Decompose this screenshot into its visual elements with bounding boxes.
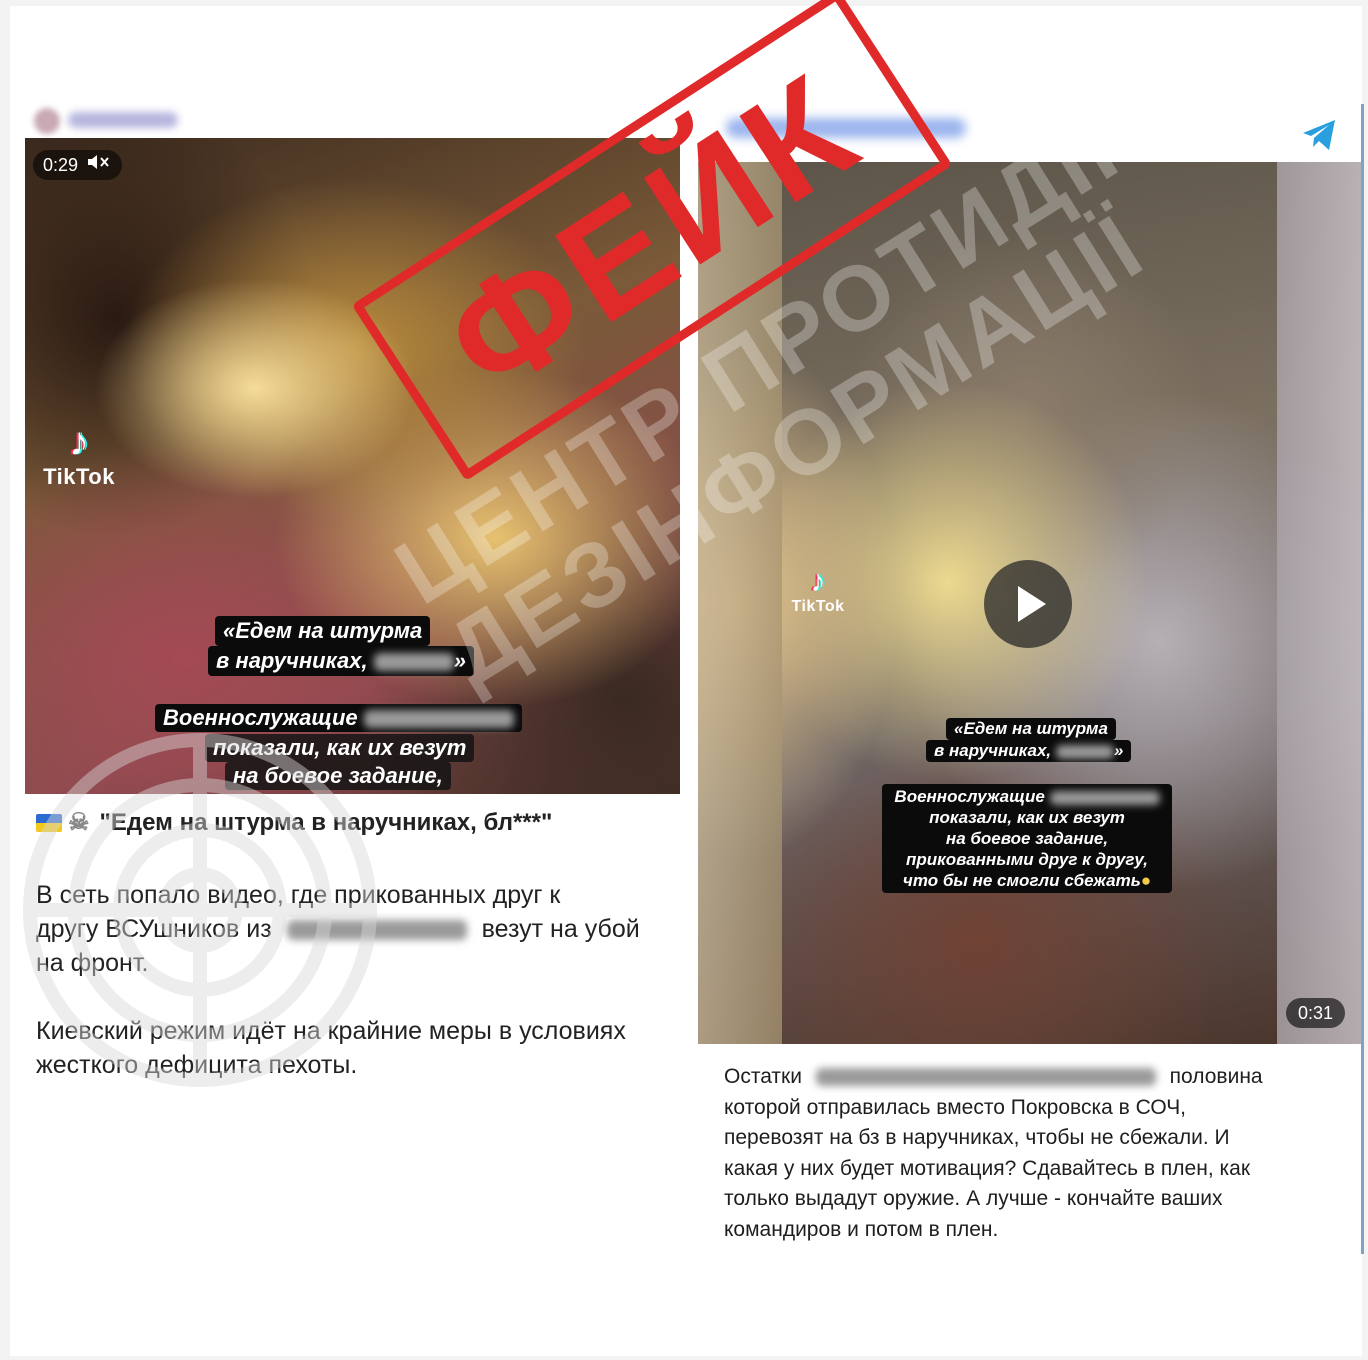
blurred-brigade <box>1049 790 1160 805</box>
avatar <box>34 108 60 134</box>
blurred-channel-name <box>68 112 178 128</box>
speaker-muted-icon[interactable] <box>86 150 112 180</box>
video-caption-line: в наручниках, » <box>208 646 474 676</box>
video-time-badge[interactable]: 0:29 <box>33 150 123 180</box>
blurred-word <box>373 653 454 672</box>
telegram-icon[interactable] <box>1299 114 1339 154</box>
video-caption-line: в наручниках, » <box>926 740 1132 762</box>
tiktok-logo: ♪ TikTok <box>29 420 129 490</box>
blurred-brigade <box>815 1068 1156 1087</box>
tiktok-icon: ♪ <box>69 420 89 464</box>
video-caption-block: Военнослужащие показали, как их везут на… <box>882 784 1172 893</box>
play-button[interactable] <box>984 560 1072 648</box>
tiktok-logo: ♪ TikTok <box>786 566 850 616</box>
left-post-header <box>24 104 184 134</box>
video-duration: 0:31 <box>1285 998 1345 1028</box>
watermark-logo-icon <box>23 733 377 1087</box>
right-post-text: Остатки половина которой отправилась вме… <box>724 1065 1263 1241</box>
video-time: 0:29 <box>43 155 79 175</box>
tiktok-icon: ♪ <box>810 565 826 598</box>
tiktok-label: TikTok <box>791 598 845 615</box>
video-caption-line: «Едем на штурма <box>946 718 1116 740</box>
blurred-word <box>1055 744 1114 759</box>
worker-emoji-icon: ● <box>1140 871 1152 890</box>
video-caption-line: «Едем на штурма <box>215 616 431 646</box>
play-icon[interactable] <box>984 560 1072 648</box>
video-side-blur <box>1277 162 1361 1044</box>
tiktok-label: TikTok <box>43 464 115 489</box>
